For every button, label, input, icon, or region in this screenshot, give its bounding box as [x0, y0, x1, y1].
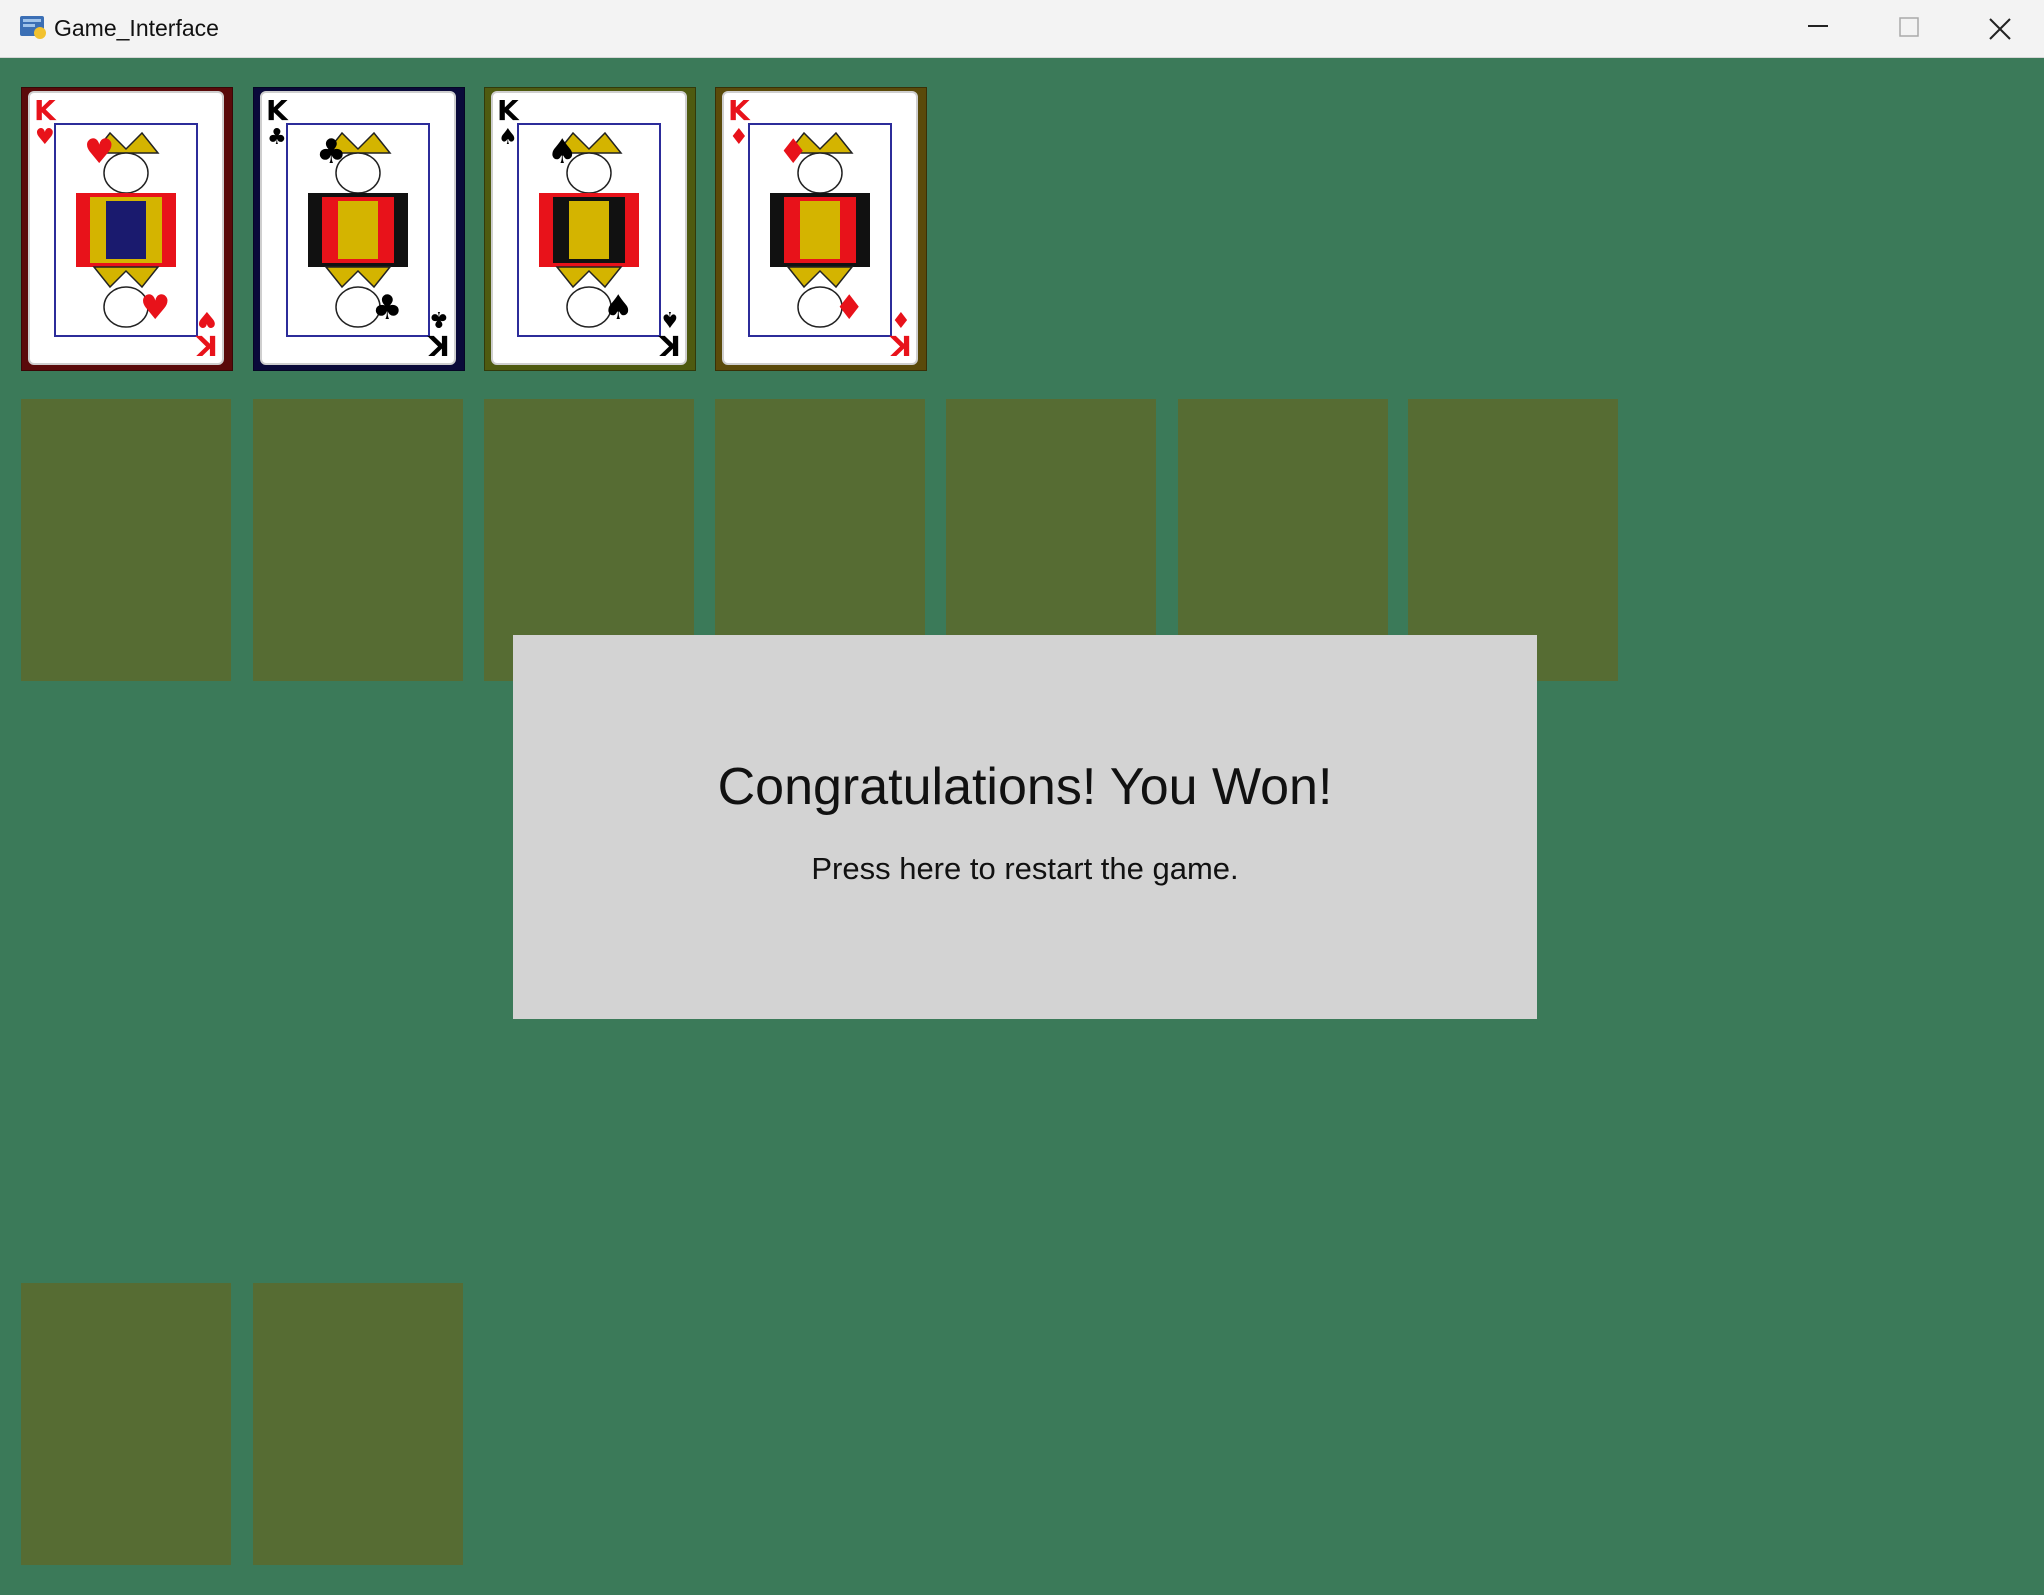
tableau-slot-1[interactable]: [21, 399, 231, 681]
close-icon: [1989, 18, 2011, 40]
svg-text:♣: ♣: [372, 288, 402, 328]
svg-text:♠: ♠: [603, 288, 633, 328]
card-rank: K: [728, 94, 750, 127]
card-rank: K: [196, 329, 218, 362]
king-portrait-icon: ♥ ♥: [54, 123, 198, 337]
card-king-diamonds[interactable]: K ♦ ♦ ♦ ♦ K: [722, 91, 918, 365]
king-portrait-icon: ♠ ♠: [517, 123, 661, 337]
spade-icon: ♠: [660, 306, 680, 331]
foundation-spades[interactable]: K ♠ ♠ ♠ ♠ K: [484, 87, 696, 371]
svg-text:♥: ♥: [140, 288, 170, 328]
window-title: Game_Interface: [54, 15, 219, 41]
svg-text:♦: ♦: [778, 132, 808, 172]
heart-icon: ♥: [197, 306, 217, 331]
svg-text:♥: ♥: [84, 132, 114, 172]
maximize-icon: [1899, 17, 1919, 37]
app-icon: [20, 16, 46, 39]
window-title-bar: Game_Interface: [0, 0, 2044, 58]
spade-icon: ♠: [498, 125, 518, 150]
svg-text:♣: ♣: [316, 132, 346, 172]
foundation-diamonds[interactable]: K ♦ ♦ ♦ ♦ K: [715, 87, 927, 371]
card-rank: K: [659, 329, 681, 362]
card-king-spades[interactable]: K ♠ ♠ ♠ ♠ K: [491, 91, 687, 365]
club-icon: ♣: [429, 306, 449, 331]
foundation-clubs[interactable]: K ♣ ♣ ♣ ♣ K: [253, 87, 465, 371]
maximize-button[interactable]: [1863, 0, 1953, 57]
card-king-hearts[interactable]: K ♥ ♥ ♥ ♥ K: [28, 91, 224, 365]
card-rank: K: [266, 94, 288, 127]
card-rank: K: [890, 329, 912, 362]
svg-text:♠: ♠: [547, 132, 577, 172]
stock-slot[interactable]: [21, 1283, 231, 1565]
diamond-icon: ♦: [729, 125, 749, 150]
heart-icon: ♥: [35, 125, 55, 150]
tableau-slot-2[interactable]: [253, 399, 463, 681]
waste-slot[interactable]: [253, 1283, 463, 1565]
close-button[interactable]: [1954, 0, 2044, 57]
club-icon: ♣: [267, 125, 287, 150]
king-portrait-icon: ♦ ♦: [748, 123, 892, 337]
restart-prompt[interactable]: Press here to restart the game.: [513, 851, 1537, 887]
svg-text:♦: ♦: [834, 288, 864, 328]
foundation-hearts[interactable]: K ♥ ♥ ♥ ♥ K: [21, 87, 233, 371]
card-rank: K: [428, 329, 450, 362]
card-rank: K: [34, 94, 56, 127]
diamond-icon: ♦: [891, 306, 911, 331]
card-rank: K: [497, 94, 519, 127]
king-portrait-icon: ♣ ♣: [286, 123, 430, 337]
minimize-button[interactable]: [1773, 0, 1863, 57]
win-dialog-restart-button[interactable]: Congratulations! You Won! Press here to …: [513, 635, 1537, 1019]
card-king-clubs[interactable]: K ♣ ♣ ♣ ♣ K: [260, 91, 456, 365]
minimize-icon: [1808, 25, 1828, 27]
win-message: Congratulations! You Won!: [717, 758, 1333, 816]
